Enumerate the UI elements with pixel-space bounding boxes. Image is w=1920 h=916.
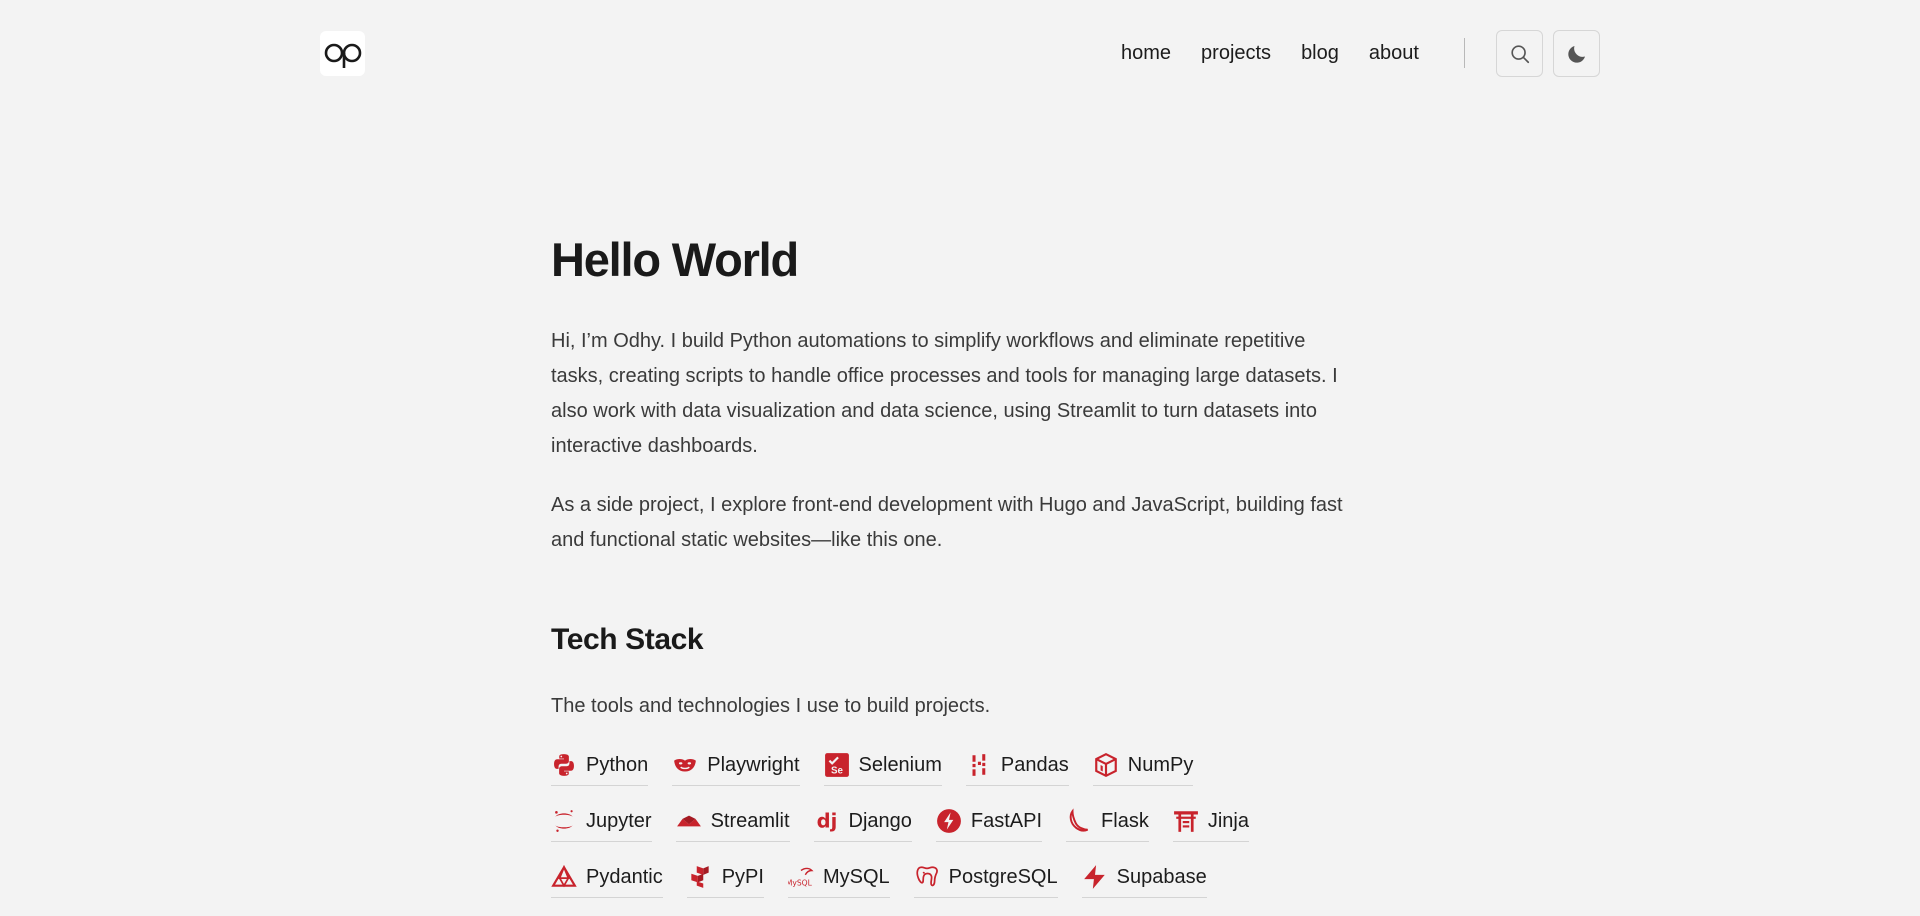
tech-chip-label: PyPI (721, 865, 764, 888)
tech-chip-jinja[interactable]: Jinja (1172, 804, 1249, 842)
svg-text:Se: Se (831, 765, 844, 776)
python-icon (554, 753, 574, 776)
supabase-icon (1083, 864, 1105, 889)
tech-chip-label: Pydantic (586, 865, 663, 888)
site-logo[interactable] (320, 31, 365, 76)
logo-mark-icon (324, 43, 361, 68)
tech-chip-label: Python (586, 753, 649, 776)
tech-chip-label: Playwright (707, 753, 800, 776)
tech-chip-playwright[interactable]: Playwright (672, 748, 800, 786)
nav-link-projects[interactable]: projects (1201, 38, 1271, 68)
tech-chip-django[interactable]: dj Django (813, 804, 912, 842)
nav-link-blog[interactable]: blog (1301, 38, 1339, 68)
intro-paragraph: Hi, I’m Odhy. I build Python automations… (551, 330, 1338, 457)
tech-chip-pydantic[interactable]: Pydantic (551, 860, 663, 898)
pandas-icon (972, 753, 986, 776)
tech-chip-pypi[interactable]: PyPI (686, 860, 764, 898)
nav-link-home[interactable]: home (1121, 38, 1171, 68)
tech-chip-flask[interactable]: Flask (1066, 804, 1149, 842)
tech-chip-label: Flask (1101, 809, 1149, 832)
tech-chip-mysql[interactable]: MySQL MySQL (787, 860, 890, 898)
tech-stack-row: Pydantic PyPI MySQL MySQL PostgreSQL Sup… (551, 860, 1371, 898)
tech-stack-row: Python Playwright Se Selenium Pandas Num… (551, 748, 1371, 786)
tech-chip-label: PostgreSQL (948, 865, 1058, 888)
tech-chip-label: Pandas (1000, 753, 1069, 776)
playwright-icon (674, 758, 697, 771)
tech-chip-selenium[interactable]: Se Selenium (823, 748, 942, 786)
selenium-icon: Se (824, 752, 849, 777)
page-title: Hello World (551, 233, 799, 286)
site-header: home projects blog about (0, 0, 1920, 106)
mysql-icon: MySQL (788, 867, 814, 887)
postgresql-icon (916, 865, 938, 886)
svg-text:MySQL: MySQL (788, 878, 813, 887)
tech-chip-label: Django (848, 809, 912, 832)
tech-chip-numpy[interactable]: NumPy (1092, 748, 1194, 786)
search-button[interactable] (1496, 30, 1543, 77)
streamlit-icon (676, 815, 701, 826)
search-icon (1510, 44, 1529, 63)
tech-chip-jupyter[interactable]: Jupyter (551, 804, 652, 842)
nav-link-about[interactable]: about (1369, 38, 1419, 68)
nav-divider (1464, 38, 1465, 68)
svg-text:dj: dj (816, 809, 837, 832)
jupyter-icon (555, 809, 573, 832)
tech-chip-pandas[interactable]: Pandas (965, 748, 1069, 786)
tech-chip-label: Selenium (858, 753, 942, 776)
flask-icon (1069, 807, 1089, 832)
tech-chip-label: MySQL (822, 865, 890, 888)
tech-chip-supabase[interactable]: Supabase (1081, 860, 1207, 898)
tech-chip-label: FastAPI (970, 809, 1043, 832)
pypi-icon (691, 865, 709, 888)
tech-stack-description: The tools and technologies I use to buil… (551, 695, 991, 717)
tech-chip-streamlit[interactable]: Streamlit (675, 804, 790, 842)
moon-icon (1567, 45, 1585, 63)
tech-chip-label: Jupyter (586, 809, 652, 832)
tech-chip-label: Jinja (1207, 809, 1249, 832)
tech-chip-label: NumPy (1127, 753, 1194, 776)
tech-stack-row: Jupyter Streamlit dj Django FastAPI Flas… (551, 804, 1371, 842)
side-project-paragraph: As a side project, I explore front-end d… (551, 494, 1343, 551)
tech-chip-label: Streamlit (710, 809, 790, 832)
tech-stack-list: Python Playwright Se Selenium Pandas Num… (551, 748, 1371, 916)
theme-toggle-button[interactable] (1553, 30, 1600, 77)
tech-chip-postgresql[interactable]: PostgreSQL (913, 860, 1058, 898)
django-icon: dj (816, 809, 837, 832)
jinja-icon (1173, 810, 1198, 832)
tech-chip-python[interactable]: Python (551, 748, 649, 786)
tech-stack-title: Tech Stack (551, 623, 704, 656)
main-nav: home projects blog about (1121, 38, 1419, 68)
tech-chip-label: Supabase (1116, 865, 1207, 888)
pydantic-icon (551, 864, 577, 887)
tech-chip-fastapi[interactable]: FastAPI (935, 804, 1043, 842)
numpy-icon (1094, 752, 1117, 777)
fastapi-icon (936, 808, 961, 833)
